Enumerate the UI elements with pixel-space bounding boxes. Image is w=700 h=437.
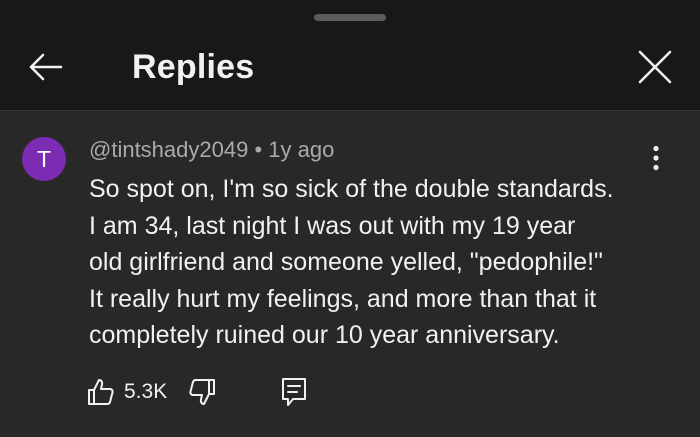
avatar-letter: T bbox=[36, 145, 52, 172]
comment-line: old girlfriend and someone yelled, "pedo… bbox=[89, 248, 603, 276]
close-button[interactable] bbox=[632, 44, 678, 90]
like-button[interactable]: 5.3K bbox=[86, 377, 167, 407]
back-button[interactable] bbox=[22, 44, 68, 90]
comment-time: 1y ago bbox=[268, 137, 335, 162]
author-handle[interactable]: @tintshady2049 bbox=[89, 137, 248, 162]
dislike-button[interactable] bbox=[187, 377, 217, 407]
reply-button[interactable] bbox=[281, 377, 307, 407]
comment-line: completely ruined our 10 year anniversar… bbox=[89, 321, 560, 349]
replies-header: Replies bbox=[0, 0, 700, 111]
comment-line: It really hurt my feelings, and more tha… bbox=[89, 284, 597, 313]
comment-text: So spot on, I'm so sick of the double st… bbox=[89, 171, 649, 354]
close-icon bbox=[638, 50, 672, 84]
comment-line: I am 34, last night I was out with my 19… bbox=[89, 211, 576, 240]
reply-comment-icon bbox=[282, 378, 307, 406]
comment-line: So spot on, I'm so sick of the double st… bbox=[89, 175, 614, 203]
thumbs-up-icon bbox=[88, 379, 114, 405]
more-vert-icon bbox=[653, 145, 659, 171]
drag-handle[interactable] bbox=[314, 14, 386, 21]
thumbs-down-icon bbox=[189, 379, 216, 405]
page-title: Replies bbox=[132, 48, 255, 86]
arrow-back-icon bbox=[29, 53, 63, 81]
avatar[interactable]: T bbox=[22, 137, 66, 181]
comment-actions: 5.3K bbox=[86, 372, 307, 412]
comment-meta: @tintshady2049 • 1y ago bbox=[89, 137, 334, 163]
meta-separator: • bbox=[254, 137, 263, 162]
like-count: 5.3K bbox=[124, 380, 168, 403]
